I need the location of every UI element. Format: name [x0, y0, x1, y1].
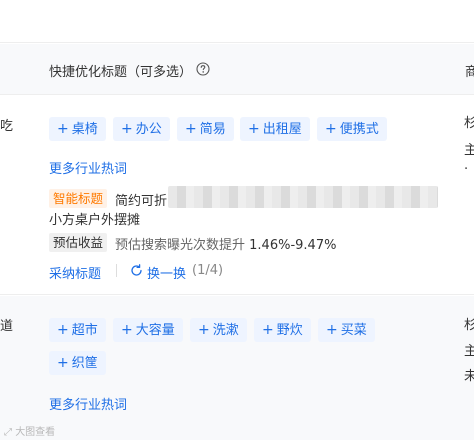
row-left-fragment: 吃	[0, 119, 14, 134]
row-right-fragment: 主	[464, 143, 474, 158]
keyword-tag[interactable]: + 简易	[177, 117, 234, 141]
keyword-tag[interactable]: + 出租屋	[240, 117, 310, 141]
column-header-next: 商	[465, 65, 474, 80]
divider	[116, 264, 117, 277]
keyword-tag[interactable]: + 野炊	[254, 318, 311, 342]
plus-icon: +	[248, 121, 260, 137]
top-bar	[0, 0, 474, 43]
smart-title-badge: 智能标题	[49, 189, 108, 208]
row-right-fragment: 未	[464, 369, 474, 384]
plus-icon: +	[185, 121, 197, 137]
keyword-tag[interactable]: + 洗漱	[190, 318, 247, 342]
estimate-range: 1.46%-9.47%	[249, 238, 337, 253]
keyword-tag[interactable]: + 超市	[49, 318, 106, 342]
refresh-counter: (1/4)	[192, 263, 224, 278]
more-hot-words-link[interactable]: 更多行业热词	[49, 158, 127, 177]
refresh-icon[interactable]	[130, 264, 143, 277]
row-right-fragment: 杉	[464, 116, 474, 131]
refresh-button[interactable]: 换一换	[147, 263, 186, 282]
smart-title-text-line2: 小方桌户外摆摊	[49, 213, 141, 228]
row-right-fragment: ·	[464, 162, 469, 177]
more-hot-words-link[interactable]: 更多行业热词	[49, 394, 127, 413]
row-left-fragment: 道	[0, 319, 14, 334]
plus-icon: +	[121, 121, 133, 137]
redacted-text-block	[168, 186, 438, 208]
keyword-tag[interactable]: + 便携式	[317, 117, 387, 141]
keyword-tag[interactable]: + 买菜	[318, 318, 375, 342]
smart-title-text: 简约可折	[115, 194, 168, 209]
plus-icon: +	[57, 355, 69, 371]
estimate-text: 预估搜索曝光次数提升 1.46%-9.47%	[115, 238, 337, 253]
plus-icon: +	[57, 322, 69, 338]
estimate-badge: 预估收益	[49, 233, 108, 252]
adopt-title-link[interactable]: 采纳标题	[49, 263, 101, 282]
watermark: ⤢ 大图查看	[4, 427, 56, 438]
plus-icon: +	[262, 322, 274, 338]
plus-icon: +	[326, 322, 338, 338]
plus-icon: +	[198, 322, 210, 338]
keyword-tag[interactable]: + 大容量	[113, 318, 183, 342]
keyword-tag[interactable]: + 桌椅	[49, 117, 106, 141]
keyword-tag[interactable]: + 织筐	[49, 351, 106, 375]
row-right-fragment: 杉	[464, 318, 474, 333]
row-right-fragment: 主	[464, 344, 474, 359]
keyword-tag[interactable]: + 办公	[113, 117, 170, 141]
column-header-quick-title: 快捷优化标题（可多选）	[49, 65, 193, 80]
plus-icon: +	[121, 322, 133, 338]
question-circle-icon[interactable]	[196, 62, 210, 76]
plus-icon: +	[325, 121, 337, 137]
plus-icon: +	[57, 121, 69, 137]
